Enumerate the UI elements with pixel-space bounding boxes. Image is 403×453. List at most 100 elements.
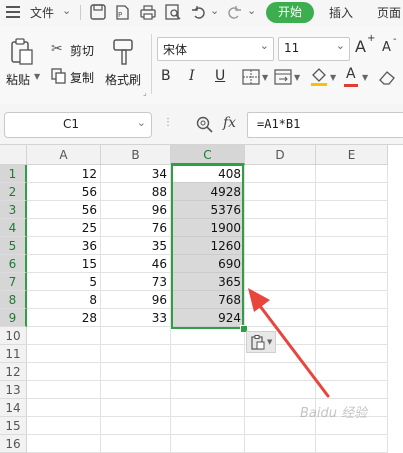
cell-b1[interactable]: 34 [101, 165, 171, 183]
cell-a6[interactable]: 15 [27, 255, 101, 273]
cell-b11[interactable] [101, 345, 171, 363]
tab-start[interactable]: 开始 [266, 2, 314, 23]
cell-c14[interactable] [171, 399, 245, 417]
font-name-select[interactable]: 宋体 ⌄ [157, 37, 274, 61]
cell-a7[interactable]: 5 [27, 273, 101, 291]
row-header[interactable]: 11 [0, 345, 27, 363]
cell-a8[interactable]: 8 [27, 291, 101, 309]
row-header[interactable]: 1 [0, 165, 27, 183]
cell-d16[interactable] [245, 435, 316, 453]
row-header[interactable]: 16 [0, 435, 27, 453]
paste-label[interactable]: 粘贴 [6, 71, 30, 88]
cell-b12[interactable] [101, 363, 171, 381]
column-header-a[interactable]: A [27, 145, 101, 165]
cell-b13[interactable] [101, 381, 171, 399]
row-header[interactable]: 5 [0, 237, 27, 255]
font-size-select[interactable]: 11 ⌄ [278, 37, 350, 61]
cell-c13[interactable] [171, 381, 245, 399]
row-header[interactable]: 3 [0, 201, 27, 219]
cell-d3[interactable] [245, 201, 316, 219]
cell-e1[interactable] [316, 165, 388, 183]
cell-b6[interactable]: 46 [101, 255, 171, 273]
cell-b7[interactable]: 73 [101, 273, 171, 291]
cell-a2[interactable]: 56 [27, 183, 101, 201]
paste-icon[interactable] [9, 38, 35, 66]
cell-b16[interactable] [101, 435, 171, 453]
cell-a11[interactable] [27, 345, 101, 363]
caret-down-icon[interactable]: ▼ [330, 73, 336, 82]
chevron-down-icon[interactable]: ⌄ [247, 4, 256, 17]
bold-button[interactable]: B [161, 68, 171, 84]
row-header[interactable]: 9 [0, 309, 27, 327]
file-menu[interactable]: 文件 [30, 4, 54, 21]
row-header[interactable]: 13 [0, 381, 27, 399]
cell-b3[interactable]: 96 [101, 201, 171, 219]
formula-input[interactable]: =A1*B1 [247, 112, 403, 138]
row-header[interactable]: 2 [0, 183, 27, 201]
cell-c12[interactable] [171, 363, 245, 381]
row-header[interactable]: 7 [0, 273, 27, 291]
redo-icon[interactable] [225, 3, 243, 21]
export-pdf-icon[interactable]: P [113, 3, 131, 21]
cell-a4[interactable]: 25 [27, 219, 101, 237]
column-header-c[interactable]: C [171, 145, 245, 165]
font-grow-button[interactable]: A [355, 37, 366, 56]
cell-b9[interactable]: 33 [101, 309, 171, 327]
font-shrink-button[interactable]: A [382, 40, 391, 55]
cell-b2[interactable]: 88 [101, 183, 171, 201]
cell-e6[interactable] [316, 255, 388, 273]
cell-a3[interactable]: 56 [27, 201, 101, 219]
save-icon[interactable] [89, 3, 107, 21]
row-header[interactable]: 14 [0, 399, 27, 417]
copy-button[interactable]: 复制 [70, 69, 94, 86]
cell-b8[interactable]: 96 [101, 291, 171, 309]
row-header[interactable]: 6 [0, 255, 27, 273]
caret-down-icon[interactable]: ▼ [362, 73, 368, 82]
cell-b10[interactable] [101, 327, 171, 345]
column-header-b[interactable]: B [101, 145, 171, 165]
undo-icon[interactable] [190, 3, 208, 21]
cell-a12[interactable] [27, 363, 101, 381]
row-header[interactable]: 12 [0, 363, 27, 381]
cell-d1[interactable] [245, 165, 316, 183]
cell-b4[interactable]: 76 [101, 219, 171, 237]
cell-a13[interactable] [27, 381, 101, 399]
merge-icon[interactable] [274, 69, 292, 85]
row-header[interactable]: 10 [0, 327, 27, 345]
tab-page[interactable]: 页面 [377, 4, 401, 21]
cell-c15[interactable] [171, 417, 245, 435]
cell-e16[interactable] [316, 435, 388, 453]
print-icon[interactable] [139, 3, 157, 21]
cell-c16[interactable] [171, 435, 245, 453]
cell-b5[interactable]: 35 [101, 237, 171, 255]
cell-b15[interactable] [101, 417, 171, 435]
italic-button[interactable]: I [189, 68, 195, 84]
column-header-d[interactable]: D [245, 145, 316, 165]
column-header-e[interactable]: E [316, 145, 388, 165]
drag-handle-icon[interactable]: ⋮ [163, 117, 173, 128]
cell-d5[interactable] [245, 237, 316, 255]
cell-e5[interactable] [316, 237, 388, 255]
cell-b14[interactable] [101, 399, 171, 417]
borders-icon[interactable] [242, 69, 260, 85]
zoom-icon[interactable] [196, 116, 214, 134]
chevron-down-icon[interactable]: ⌄ [62, 4, 71, 17]
select-all-corner[interactable] [0, 145, 27, 165]
cell-e4[interactable] [316, 219, 388, 237]
tab-insert[interactable]: 插入 [329, 4, 353, 21]
name-box[interactable]: C1 ⌄ [4, 112, 152, 138]
print-preview-icon[interactable] [164, 3, 182, 21]
caret-down-icon[interactable]: ▼ [262, 73, 268, 82]
row-header[interactable]: 4 [0, 219, 27, 237]
row-header[interactable]: 15 [0, 417, 27, 435]
row-header[interactable]: 8 [0, 291, 27, 309]
cell-c11[interactable] [171, 345, 245, 363]
cell-a1[interactable]: 12 [27, 165, 101, 183]
caret-down-icon[interactable]: ▼ [294, 73, 300, 82]
eraser-icon[interactable] [378, 68, 396, 86]
cell-a16[interactable] [27, 435, 101, 453]
cell-a9[interactable]: 28 [27, 309, 101, 327]
cell-a10[interactable] [27, 327, 101, 345]
cell-a14[interactable] [27, 399, 101, 417]
format-painter-icon[interactable] [112, 38, 136, 66]
